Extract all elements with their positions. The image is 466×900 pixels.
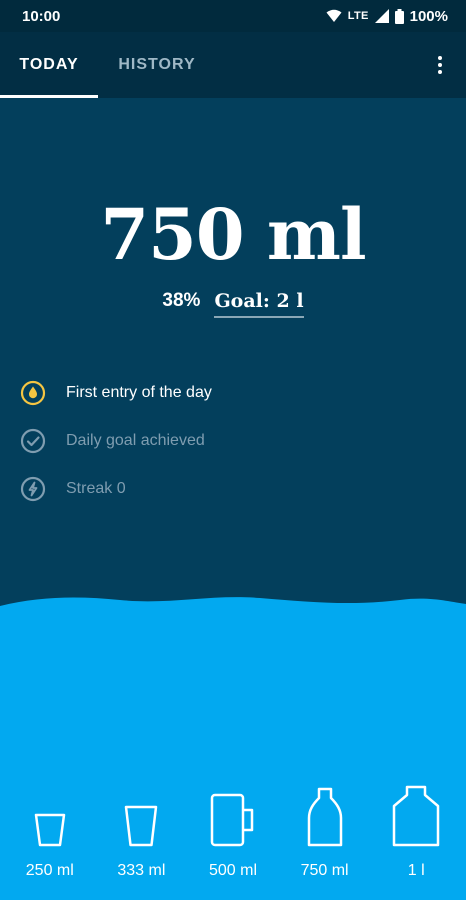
cup-selector: 250 ml 333 ml 500 ml 750 ml 1 l — [0, 780, 466, 890]
goal-button[interactable]: Goal: 2 l — [214, 290, 304, 318]
achievement-label: Daily goal achieved — [66, 432, 205, 449]
battery-icon — [394, 8, 404, 24]
intake-amount: 750 ml — [100, 193, 366, 276]
top-app-bar: TODAY HISTORY — [0, 32, 466, 98]
status-icons: LTE 100% — [326, 8, 448, 25]
achievement-label: First entry of the day — [66, 384, 212, 401]
tab-indicator — [0, 95, 98, 98]
check-circle-icon — [20, 428, 46, 454]
achievement-streak: Streak 0 — [20, 476, 126, 502]
cup-label: 500 ml — [208, 862, 257, 879]
network-type: LTE — [347, 10, 369, 22]
tab-history[interactable]: HISTORY — [98, 32, 216, 98]
cup-1l-button[interactable]: 1 l — [376, 780, 456, 880]
lightning-icon — [20, 476, 46, 502]
battery-percent: 100% — [409, 7, 448, 25]
cup-250ml-button[interactable]: 250 ml — [10, 780, 90, 880]
small-glass-icon — [34, 813, 66, 847]
more-options-icon[interactable] — [428, 51, 452, 79]
glass-icon — [125, 805, 158, 847]
wifi-icon — [326, 9, 342, 22]
signal-icon — [374, 9, 389, 23]
achievement-daily-goal: Daily goal achieved — [20, 428, 205, 454]
cup-label: 1 l — [407, 862, 425, 879]
bottle-icon — [307, 787, 342, 847]
tab-today[interactable]: TODAY — [0, 32, 98, 98]
status-time: 10:00 — [22, 7, 61, 25]
achievement-first-entry: First entry of the day — [20, 380, 212, 406]
cup-label: 250 ml — [25, 862, 74, 879]
mug-icon — [210, 793, 254, 847]
cup-750ml-button[interactable]: 750 ml — [285, 780, 365, 880]
cup-333ml-button[interactable]: 333 ml — [101, 780, 181, 880]
cup-label: 750 ml — [300, 862, 349, 879]
progress-percent: 38% — [162, 290, 201, 311]
jug-icon — [392, 785, 440, 847]
cup-label: 333 ml — [117, 862, 166, 879]
cup-500ml-button[interactable]: 500 ml — [193, 780, 273, 880]
water-drop-icon — [20, 380, 46, 406]
goal-row: 38% Goal: 2 l — [0, 290, 466, 318]
achievement-label: Streak 0 — [66, 480, 126, 497]
status-bar: 10:00 LTE 100% — [0, 0, 466, 32]
